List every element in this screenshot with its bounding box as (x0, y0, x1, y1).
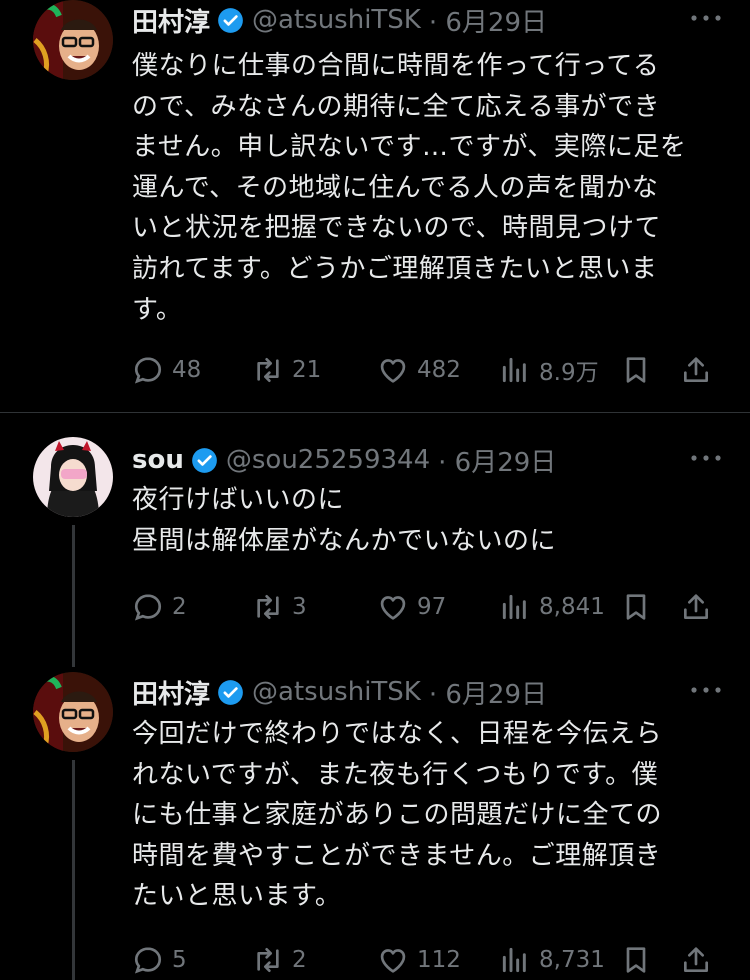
views-count: 8,841 (539, 594, 605, 620)
tweet-text: 夜行けばいいのに 昼間は解体屋がなんかでいないのに (132, 485, 557, 556)
bookmark-icon[interactable] (620, 944, 652, 976)
display-name[interactable]: sou (132, 445, 184, 475)
divider (0, 412, 750, 413)
reply-button[interactable]: 2 (132, 587, 187, 627)
retweet-button[interactable]: 21 (252, 350, 321, 390)
like-count: 97 (417, 594, 447, 620)
handle[interactable]: @atsushiTSK (252, 5, 421, 35)
like-count: 482 (417, 357, 461, 383)
tweet[interactable]: 田村淳 @atsushiTSK · 6月29日 僕なりに仕事の合間に時間を作って… (0, 0, 750, 412)
views-button[interactable]: 8.9万 (499, 350, 599, 390)
avatar[interactable] (33, 0, 113, 80)
display-name[interactable]: 田村淳 (132, 2, 210, 39)
reply-button[interactable]: 5 (132, 940, 187, 980)
retweet-icon (252, 591, 284, 623)
views-button[interactable]: 8,731 (499, 940, 605, 980)
verified-badge-icon (217, 679, 244, 706)
like-icon (377, 591, 409, 623)
like-button[interactable]: 112 (377, 940, 461, 980)
retweet-count: 2 (292, 947, 307, 973)
verified-badge-icon (191, 447, 218, 474)
reply-icon (132, 944, 164, 976)
like-button[interactable]: 97 (377, 587, 446, 627)
tweet-text: 今回だけで終わりではなく、日程を今伝えら れないですが、また夜も行くつもりです。… (132, 719, 663, 912)
share-icon[interactable] (680, 354, 712, 386)
tweet-text: 僕なりに仕事の合間に時間を作って行ってる ので、みなさんの期待に全て応える事がで… (132, 51, 687, 325)
avatar[interactable] (33, 437, 113, 517)
handle[interactable]: @atsushiTSK (252, 677, 421, 707)
like-icon (377, 354, 409, 386)
timestamp[interactable]: · 6月29日 (429, 2, 547, 39)
timestamp[interactable]: · 6月29日 (429, 674, 547, 711)
handle[interactable]: @sou25259344 (226, 445, 430, 475)
share-icon[interactable] (680, 944, 712, 976)
retweet-count: 21 (292, 357, 322, 383)
retweet-icon (252, 944, 284, 976)
more-icon[interactable] (688, 6, 724, 30)
views-count: 8,731 (539, 947, 605, 973)
retweet-count: 3 (292, 594, 307, 620)
verified-badge-icon (217, 7, 244, 34)
reply-count: 48 (172, 357, 202, 383)
thread-line (72, 760, 75, 980)
more-icon[interactable] (688, 446, 724, 470)
views-icon (499, 591, 531, 623)
more-icon[interactable] (688, 678, 724, 702)
views-button[interactable]: 8,841 (499, 587, 605, 627)
tweet[interactable]: 田村淳 @atsushiTSK · 6月29日 今回だけで終わりではなく、日程を… (0, 672, 750, 980)
like-count: 112 (417, 947, 461, 973)
timestamp[interactable]: · 6月29日 (438, 442, 556, 479)
display-name[interactable]: 田村淳 (132, 674, 210, 711)
reply-button[interactable]: 48 (132, 350, 201, 390)
reply-icon (132, 354, 164, 386)
bookmark-icon[interactable] (620, 591, 652, 623)
like-button[interactable]: 482 (377, 350, 461, 390)
reply-icon (132, 591, 164, 623)
bookmark-icon[interactable] (620, 354, 652, 386)
views-icon (499, 944, 531, 976)
reply-count: 2 (172, 594, 187, 620)
like-icon (377, 944, 409, 976)
thread-line (72, 525, 75, 667)
reply-count: 5 (172, 947, 187, 973)
retweet-button[interactable]: 3 (252, 587, 307, 627)
tweet[interactable]: sou @sou25259344 · 6月29日 夜行けばいいのに 昼間は解体屋… (0, 437, 750, 667)
views-icon (499, 354, 531, 386)
retweet-icon (252, 354, 284, 386)
share-icon[interactable] (680, 591, 712, 623)
retweet-button[interactable]: 2 (252, 940, 307, 980)
avatar[interactable] (33, 672, 113, 752)
views-count: 8.9万 (539, 360, 599, 386)
